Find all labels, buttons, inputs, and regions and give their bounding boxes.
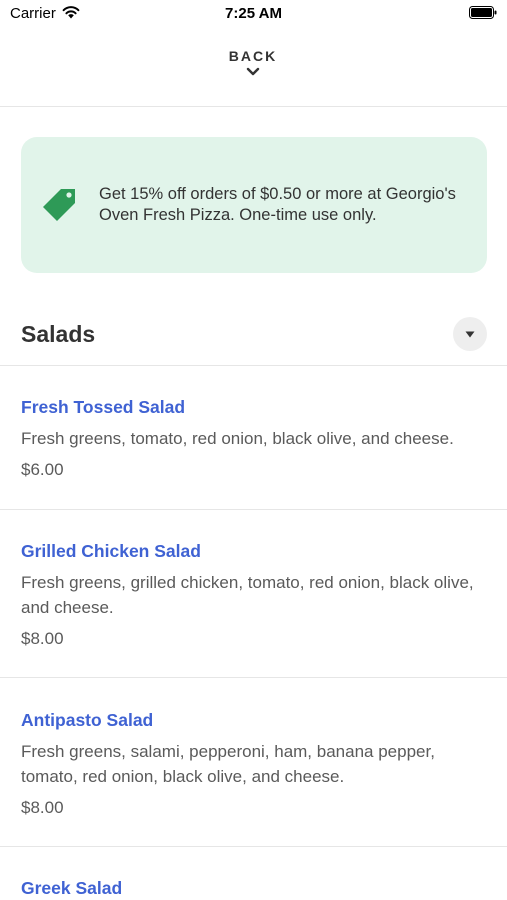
top-header: BACK [0, 28, 507, 107]
status-time: 7:25 AM [225, 5, 282, 22]
item-price: $6.00 [21, 460, 64, 479]
item-name: Antipasto Salad [21, 710, 154, 730]
menu-item[interactable]: Greek Salad [0, 847, 507, 900]
back-button[interactable]: BACK [203, 48, 303, 92]
battery-icon [469, 6, 497, 19]
item-price: $8.00 [21, 629, 64, 648]
menu-item[interactable]: Grilled Chicken Salad Fresh greens, gril… [0, 510, 507, 678]
menu-item[interactable]: Antipasto Salad Fresh greens, salami, pe… [0, 678, 507, 847]
item-name: Grilled Chicken Salad [21, 541, 201, 561]
item-description: Fresh greens, grilled chicken, tomato, r… [21, 573, 474, 617]
menu-item[interactable]: Fresh Tossed Salad Fresh greens, tomato,… [0, 366, 507, 510]
collapse-section-button[interactable] [453, 317, 487, 351]
chevron-down-icon [246, 67, 260, 76]
promo-text: Get 15% off orders of $0.50 or more at G… [99, 185, 456, 224]
item-description: Fresh greens, salami, pepperoni, ham, ba… [21, 742, 435, 786]
item-name: Fresh Tossed Salad [21, 397, 186, 417]
promo-banner: Get 15% off orders of $0.50 or more at G… [21, 137, 487, 273]
item-price: $8.00 [21, 798, 64, 817]
tag-icon [43, 189, 75, 221]
section-header-salads: Salads [0, 300, 507, 366]
back-label: BACK [228, 48, 278, 64]
item-name: Greek Salad [21, 878, 123, 898]
caret-down-icon [465, 331, 475, 338]
status-bar: Carrier 7:25 AM [0, 0, 507, 28]
item-description: Fresh greens, tomato, red onion, black o… [21, 429, 454, 448]
section-title: Salads [21, 321, 96, 347]
